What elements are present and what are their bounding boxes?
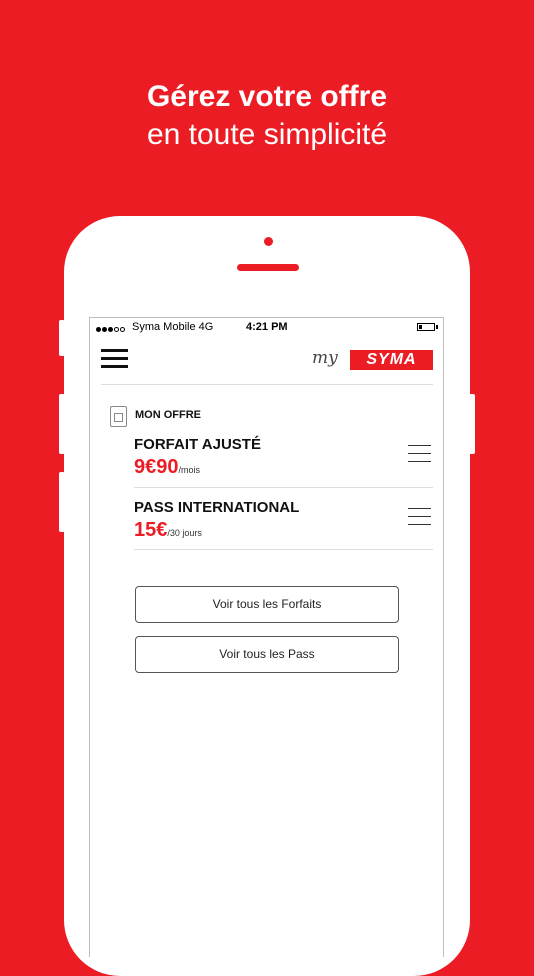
offer-price: 9€90/mois xyxy=(134,456,200,479)
offer-price: 15€/30 jours xyxy=(134,519,202,542)
price-unit: /30 jours xyxy=(167,528,202,538)
offer-item-pass: PASS INTERNATIONAL 15€/30 jours xyxy=(134,499,433,553)
list-icon[interactable] xyxy=(408,445,431,463)
signal-icon xyxy=(96,323,126,335)
syma-logo: SYMA xyxy=(350,350,433,370)
promo-subheadline: en toute simplicité xyxy=(146,118,388,151)
price-unit: /mois xyxy=(178,465,201,475)
battery-tip xyxy=(436,325,438,329)
sim-card-icon xyxy=(110,406,127,427)
offer-divider xyxy=(134,487,433,488)
carrier-name: Syma Mobile 4G xyxy=(132,321,214,333)
price-value: 9€90 xyxy=(134,456,179,478)
list-icon[interactable] xyxy=(408,508,431,526)
phone-speaker xyxy=(237,264,299,271)
promo-headline: Gérez votre offre xyxy=(146,80,388,113)
see-all-forfaits-button[interactable]: Voir tous les Forfaits xyxy=(135,586,399,623)
price-value: 15€ xyxy=(134,519,168,541)
offer-item-forfait: FORFAIT AJUSTÉ 9€90/mois xyxy=(134,436,433,490)
see-all-pass-button[interactable]: Voir tous les Pass xyxy=(135,636,399,673)
logo-my: my xyxy=(312,348,338,368)
app-screen: Syma Mobile 4G 4:21 PM my SYMA MON OFFRE… xyxy=(89,317,444,957)
status-time: 4:21 PM xyxy=(246,321,288,333)
header-divider xyxy=(101,384,433,385)
battery-icon xyxy=(417,323,435,331)
offer-name: PASS INTERNATIONAL xyxy=(134,499,300,516)
offer-divider xyxy=(134,549,433,550)
offer-name: FORFAIT AJUSTÉ xyxy=(134,436,261,453)
section-title: MON OFFRE xyxy=(135,409,201,421)
hamburger-icon[interactable] xyxy=(101,349,128,369)
phone-camera xyxy=(264,237,273,246)
status-bar: Syma Mobile 4G 4:21 PM xyxy=(90,318,443,336)
